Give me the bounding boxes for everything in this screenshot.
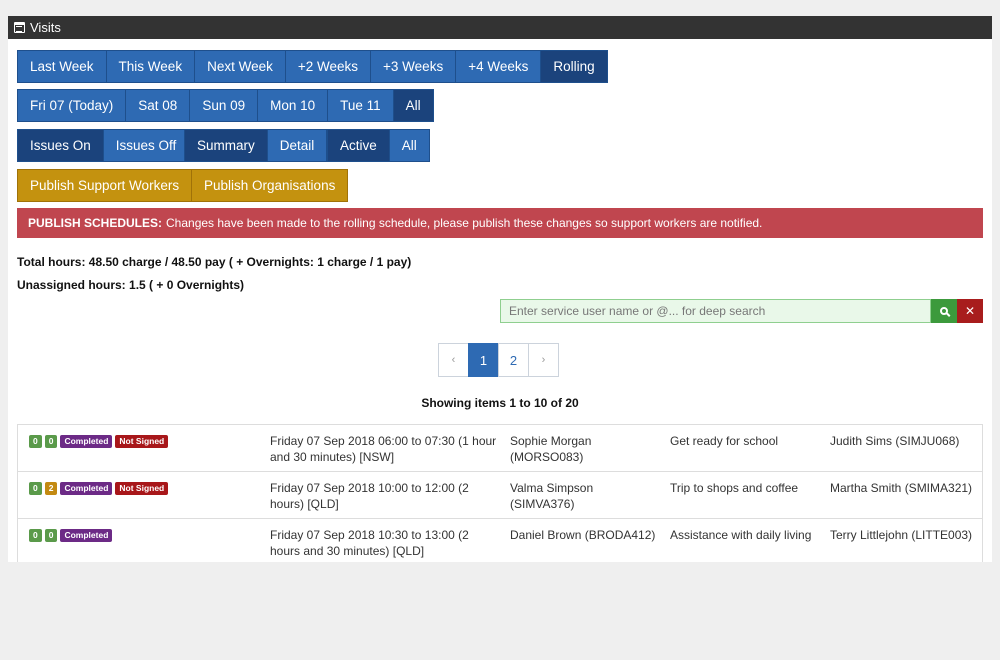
detail-button[interactable]: Detail xyxy=(267,129,328,162)
week-button-rolling[interactable]: Rolling xyxy=(541,50,608,83)
week-button-plus-3[interactable]: +3 Weeks xyxy=(371,50,457,83)
completed-badge: Completed xyxy=(60,529,113,542)
status-badges: 0 0 Completed Not Signed xyxy=(29,435,169,448)
table-row[interactable]: 0 0 Completed Friday 07 Sep 2018 10:30 t… xyxy=(18,519,982,562)
active-button[interactable]: Active xyxy=(327,129,390,162)
status-badges: 0 2 Completed Not Signed xyxy=(29,482,169,495)
issues-on-button[interactable]: Issues On xyxy=(17,129,104,162)
search-bar: ✕ xyxy=(500,299,983,323)
support-worker: Martha Smith (SMIMA321) xyxy=(830,481,973,495)
page-button-2[interactable]: 2 xyxy=(498,343,529,377)
not-signed-badge: Not Signed xyxy=(115,435,169,448)
clear-search-button[interactable]: ✕ xyxy=(957,299,983,323)
status-badges: 0 0 Completed xyxy=(29,529,113,542)
service-user: Sophie Morgan (MORSO083) xyxy=(510,434,592,464)
alert-message: Changes have been made to the rolling sc… xyxy=(166,216,763,230)
completed-badge: Completed xyxy=(60,482,113,495)
panel-title: Visits xyxy=(30,20,61,35)
issue-count-badge: 0 xyxy=(29,529,42,542)
issue-count-badge: 0 xyxy=(44,529,58,542)
page-button-1[interactable]: 1 xyxy=(468,343,499,377)
pagination: ‹ 1 2 › xyxy=(438,343,559,377)
panel-header: Visits xyxy=(8,16,992,39)
status-toggle: Active All xyxy=(327,129,430,162)
issue-count-badge: 0 xyxy=(29,482,42,495)
publish-support-workers-button[interactable]: Publish Support Workers xyxy=(17,169,193,202)
day-button-tue[interactable]: Tue 11 xyxy=(328,89,394,122)
prev-page-button[interactable]: ‹ xyxy=(438,343,469,377)
publish-alert: PUBLISH SCHEDULES: Changes have been mad… xyxy=(17,208,983,238)
publish-organisations-button[interactable]: Publish Organisations xyxy=(191,169,349,202)
search-icon xyxy=(940,307,948,315)
service-user: Valma Simpson (SIMVA376) xyxy=(510,481,594,511)
week-button-last-week[interactable]: Last Week xyxy=(17,50,107,83)
week-button-plus-4[interactable]: +4 Weeks xyxy=(456,50,542,83)
showing-items: Showing items 1 to 10 of 20 xyxy=(421,396,579,410)
total-hours: Total hours: 48.50 charge / 48.50 pay ( … xyxy=(17,255,412,269)
search-input[interactable] xyxy=(500,299,931,323)
day-button-sun[interactable]: Sun 09 xyxy=(190,89,259,122)
alert-title: PUBLISH SCHEDULES: xyxy=(28,216,163,230)
week-button-next-week[interactable]: Next Week xyxy=(195,50,286,83)
issues-off-button[interactable]: Issues Off xyxy=(103,129,190,162)
visit-task: Assistance with daily living xyxy=(670,528,812,542)
table-row[interactable]: 0 2 Completed Not Signed Friday 07 Sep 2… xyxy=(18,472,982,519)
calendar-icon xyxy=(14,22,25,33)
visits-table: 0 0 Completed Not Signed Friday 07 Sep 2… xyxy=(17,424,983,562)
day-button-fri[interactable]: Fri 07 (Today) xyxy=(17,89,127,122)
visit-task: Trip to shops and coffee xyxy=(670,481,799,495)
search-button[interactable] xyxy=(931,299,957,323)
visit-task: Get ready for school xyxy=(670,434,779,448)
visit-time: Friday 07 Sep 2018 06:00 to 07:30 (1 hou… xyxy=(270,434,497,464)
service-user: Daniel Brown (BRODA412) xyxy=(510,528,656,542)
week-button-this-week[interactable]: This Week xyxy=(106,50,196,83)
issue-count-badge: 0 xyxy=(44,435,58,448)
day-selector: Fri 07 (Today) Sat 08 Sun 09 Mon 10 Tue … xyxy=(17,89,434,122)
support-worker: Judith Sims (SIMJU068) xyxy=(830,434,960,448)
all-status-button[interactable]: All xyxy=(389,129,430,162)
support-worker: Terry Littlejohn (LITTE003) xyxy=(830,528,973,542)
issues-toggle: Issues On Issues Off xyxy=(17,129,190,162)
week-selector: Last Week This Week Next Week +2 Weeks +… xyxy=(17,50,608,83)
unassigned-hours: Unassigned hours: 1.5 ( + 0 Overnights) xyxy=(17,278,245,292)
completed-badge: Completed xyxy=(60,435,113,448)
close-icon: ✕ xyxy=(964,304,976,318)
table-row[interactable]: 0 0 Completed Not Signed Friday 07 Sep 2… xyxy=(18,425,982,472)
visit-time: Friday 07 Sep 2018 10:30 to 13:00 (2 hou… xyxy=(270,528,469,558)
issue-count-badge: 2 xyxy=(44,482,58,495)
visits-panel: Visits Last Week This Week Next Week +2 … xyxy=(8,16,992,562)
day-button-sat[interactable]: Sat 08 xyxy=(126,89,191,122)
not-signed-badge: Not Signed xyxy=(115,482,169,495)
summary-button[interactable]: Summary xyxy=(184,129,268,162)
day-button-mon[interactable]: Mon 10 xyxy=(258,89,329,122)
next-page-button[interactable]: › xyxy=(528,343,559,377)
week-button-plus-2[interactable]: +2 Weeks xyxy=(285,50,372,83)
day-button-all[interactable]: All xyxy=(393,89,434,122)
issue-count-badge: 0 xyxy=(29,435,42,448)
visit-time: Friday 07 Sep 2018 10:00 to 12:00 (2 hou… xyxy=(270,481,469,511)
view-toggle: Summary Detail xyxy=(184,129,328,162)
